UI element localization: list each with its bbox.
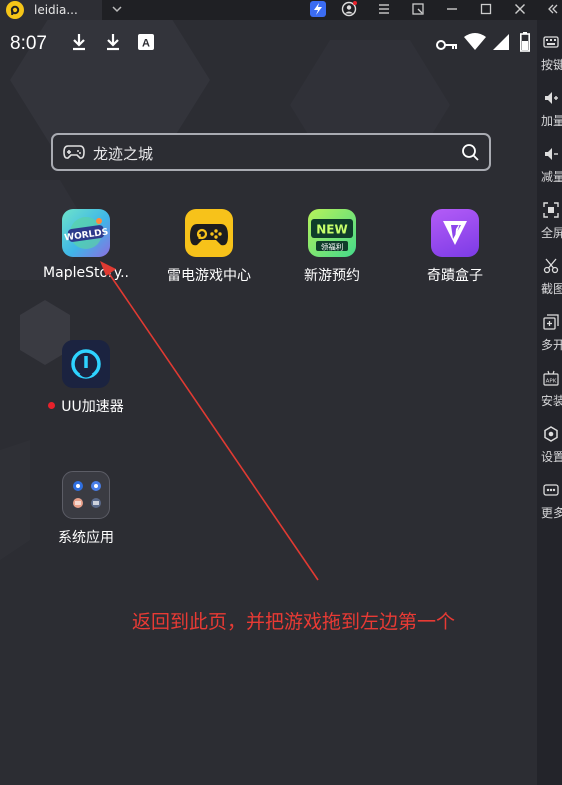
sidebar-item-fullscreen[interactable]: 全屏 <box>537 196 562 252</box>
sidebar-item-install-apk[interactable]: APK 安装 <box>537 364 562 420</box>
sidebar-item-label: 更多 <box>541 506 562 520</box>
volume-down-icon <box>543 146 559 162</box>
sidebar-item-volume-up[interactable]: 加量 <box>537 84 562 140</box>
annotation-arrow <box>100 261 319 581</box>
sidebar-item-label: 设置 <box>541 450 562 464</box>
sidebar-item-label: 加量 <box>541 114 562 128</box>
tab-dropdown-chevron-icon[interactable] <box>110 1 124 17</box>
svg-text:APK: APK <box>546 379 557 385</box>
multi-instance-icon <box>543 314 559 330</box>
maximize-icon[interactable] <box>478 1 494 17</box>
sidebar-item-keymap[interactable]: 按键 <box>537 28 562 84</box>
sidebar-item-label: 多开 <box>541 338 562 352</box>
close-icon[interactable] <box>512 1 528 17</box>
sidebar-item-label: 截图 <box>541 282 562 296</box>
minimize-icon[interactable] <box>444 1 460 17</box>
sidebar-item-label: 按键 <box>541 58 562 72</box>
sidebar-item-settings[interactable]: 设置 <box>537 420 562 476</box>
fullscreen-icon <box>543 202 559 218</box>
sidebar-item-screenshot[interactable]: 截图 <box>537 252 562 308</box>
sidebar-item-label: 安装 <box>541 394 562 408</box>
account-icon[interactable] <box>341 1 357 17</box>
sidebar-item-label: 减量 <box>541 170 562 184</box>
volume-up-icon <box>543 90 559 106</box>
menu-icon[interactable] <box>376 1 392 17</box>
emulator-sidebar: 按键 加量 减量 全屏 截图 多开 APK 安装 设置 更多 <box>537 20 562 785</box>
annotation-text: 返回到此页，并把游戏拖到左边第一个 <box>132 611 456 633</box>
window-titlebar: leidia... <box>0 0 562 20</box>
leidian-logo-icon <box>6 1 24 19</box>
popout-icon[interactable] <box>410 1 426 17</box>
tab-leidian[interactable]: leidia... <box>0 0 102 20</box>
sidebar-item-multi-instance[interactable]: 多开 <box>537 308 562 364</box>
apk-install-icon: APK <box>543 370 559 386</box>
keyboard-icon <box>543 34 559 50</box>
lightning-badge-icon[interactable] <box>310 1 326 17</box>
settings-icon <box>543 426 559 442</box>
android-home-screen: 8:07 A 龙迹之城 WORLDS MapleStory.. 雷电游戏中心 N… <box>0 20 537 785</box>
tab-title: leidia... <box>34 3 78 17</box>
more-icon <box>543 482 559 498</box>
sidebar-item-more[interactable]: 更多 <box>537 476 562 532</box>
collapse-panel-icon[interactable] <box>544 1 560 17</box>
sidebar-item-label: 全屏 <box>541 226 562 240</box>
sidebar-item-volume-down[interactable]: 减量 <box>537 140 562 196</box>
scissors-icon <box>543 258 559 274</box>
